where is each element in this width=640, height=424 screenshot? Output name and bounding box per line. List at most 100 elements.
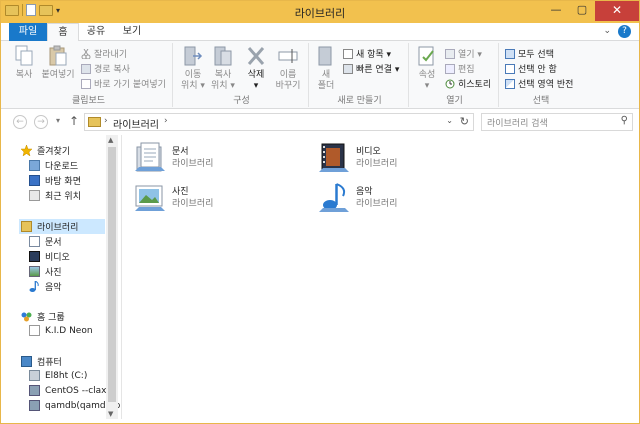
window-controls: — ▢ ✕ xyxy=(543,1,639,21)
library-icon xyxy=(21,221,32,232)
tab-view[interactable]: 보기 xyxy=(117,23,147,41)
nav-downloads[interactable]: 다운로드 xyxy=(29,159,78,172)
library-name: 사진 xyxy=(172,187,189,197)
new-item-button[interactable]: 새 항목 ▾ xyxy=(343,47,391,60)
nav-favorites-label: 즐겨찾기 xyxy=(37,147,71,157)
library-music-text: 음악 라이브러리 xyxy=(356,186,397,210)
copy-path-label: 경로 복사 xyxy=(94,65,130,75)
copy-button[interactable]: 복사 xyxy=(9,45,39,81)
chevron-down-icon[interactable]: ⌄ xyxy=(603,26,611,36)
nav-videos[interactable]: 비디오 xyxy=(29,250,70,263)
delete-icon xyxy=(246,45,266,67)
move-to-button[interactable]: 이동 위치 ▾ xyxy=(179,45,207,92)
copy-to-button[interactable]: 복사 위치 ▾ xyxy=(209,45,237,92)
search-input[interactable]: 라이브러리 검색 xyxy=(487,116,548,129)
library-documents[interactable]: 문서 라이브러리 xyxy=(133,141,213,175)
address-path[interactable]: 라이브러리 xyxy=(113,116,159,131)
scissors-icon xyxy=(81,48,91,59)
move-to-label-2: 위치 ▾ xyxy=(181,81,205,91)
nav-hg-user-label: K.I.D Neon xyxy=(45,325,93,336)
recent-locations-icon[interactable]: ▾ xyxy=(56,116,60,125)
pictures-icon xyxy=(29,266,40,277)
close-icon[interactable]: ✕ xyxy=(595,1,639,21)
search-icon[interactable]: ⚲ xyxy=(621,115,628,126)
nav-libraries[interactable]: 라이브러리 xyxy=(19,219,105,234)
group-label: 구성 xyxy=(233,96,250,106)
library-name: 음악 xyxy=(356,187,373,197)
new-folder-label-2: 폴더 xyxy=(317,81,335,91)
nav-desktop[interactable]: 바탕 화면 xyxy=(29,174,81,187)
ribbon-tabs: 파일 홈 공유 보기 ⌄ ? xyxy=(1,23,639,42)
refresh-icon[interactable]: ↻ xyxy=(460,115,469,128)
select-none-button[interactable]: 선택 안 함 xyxy=(505,62,557,75)
paste-label: 붙여넣기 xyxy=(41,70,75,80)
library-type: 라이브러리 xyxy=(356,159,398,169)
nav-homegroup-user[interactable]: K.I.D Neon xyxy=(29,325,93,336)
history-label: 히스토리 xyxy=(458,80,492,90)
nav-recent[interactable]: 최근 위치 xyxy=(29,189,81,202)
maximize-icon[interactable]: ▢ xyxy=(569,1,595,21)
address-bar[interactable]: › 라이브러리 › ⌄ ↻ xyxy=(84,113,474,131)
scroll-down-icon[interactable]: ▼ xyxy=(108,410,113,418)
library-pictures[interactable]: 사진 라이브러리 xyxy=(133,181,213,215)
tab-file[interactable]: 파일 xyxy=(9,23,47,41)
address-dropdown-icon[interactable]: ⌄ xyxy=(446,116,453,125)
delete-label: 삭제 xyxy=(247,70,265,80)
star-icon xyxy=(20,144,33,157)
open-button[interactable]: 열기 ▾ xyxy=(445,47,482,60)
history-icon xyxy=(445,79,455,89)
pane-divider[interactable] xyxy=(121,135,122,419)
group-label: 선택 xyxy=(532,96,550,106)
help-icon[interactable]: ? xyxy=(618,25,631,38)
history-button[interactable]: 히스토리 xyxy=(445,77,491,90)
select-all-button[interactable]: 모두 선택 xyxy=(505,47,554,60)
cut-button[interactable]: 잘라내기 xyxy=(81,47,127,60)
open-label: 열기 ▾ xyxy=(458,50,482,60)
back-icon[interactable]: ← xyxy=(13,115,27,129)
network-drive-icon xyxy=(29,385,40,396)
delete-button[interactable]: 삭제 ▾ xyxy=(243,45,269,92)
cut-label: 잘라내기 xyxy=(94,50,128,60)
copy-path-button[interactable]: 경로 복사 xyxy=(81,62,130,75)
scroll-up-icon[interactable]: ▲ xyxy=(108,136,113,144)
library-music[interactable]: 음악 라이브러리 xyxy=(317,181,397,215)
nav-centos[interactable]: CentOS --clax xyxy=(29,385,107,396)
invert-selection-button[interactable]: 선택 영역 반전 xyxy=(505,77,573,90)
invert-selection-label: 선택 영역 반전 xyxy=(518,80,574,90)
easy-access-icon xyxy=(343,63,353,74)
rename-label-1: 이름 xyxy=(279,70,297,80)
up-icon[interactable]: ↑ xyxy=(69,114,79,128)
minimize-icon[interactable]: — xyxy=(543,1,569,21)
edit-icon xyxy=(445,63,455,74)
search-box[interactable]: 라이브러리 검색 ⚲ xyxy=(481,113,633,131)
nav-homegroup[interactable]: 홈 그룹 xyxy=(21,310,65,323)
chevron-right-icon[interactable]: › xyxy=(104,116,108,126)
nav-computer[interactable]: 컴퓨터 xyxy=(21,355,62,368)
easy-access-button[interactable]: 빠른 연결 ▾ xyxy=(343,62,399,75)
nav-favorites[interactable]: 즐겨찾기 xyxy=(20,144,71,157)
properties-button[interactable]: 속성 ▾ xyxy=(413,45,441,92)
nav-pictures[interactable]: 사진 xyxy=(29,265,62,278)
chevron-right-icon[interactable]: › xyxy=(164,116,168,126)
tab-home[interactable]: 홈 xyxy=(47,23,79,42)
rename-button[interactable]: 이름 바꾸기 xyxy=(273,45,303,92)
scroll-thumb[interactable] xyxy=(108,147,116,402)
group-select: 모두 선택 선택 안 함 선택 영역 반전 선택 xyxy=(501,43,581,107)
nav-drive-c[interactable]: El8ht (C:) xyxy=(29,370,87,381)
nav-documents[interactable]: 문서 xyxy=(29,235,62,248)
nav-scrollbar[interactable]: ▲ ▼ xyxy=(106,135,118,419)
paste-shortcut-button[interactable]: 바로 가기 붙여넣기 xyxy=(81,77,166,90)
invert-selection-icon xyxy=(505,78,515,89)
nav-music-label: 음악 xyxy=(45,283,62,293)
tab-share[interactable]: 공유 xyxy=(81,23,111,41)
library-videos[interactable]: 비디오 라이브러리 xyxy=(317,141,397,175)
documents-icon xyxy=(133,141,167,175)
videos-icon xyxy=(29,251,40,262)
edit-button[interactable]: 편집 xyxy=(445,62,475,75)
nav-libraries-label: 라이브러리 xyxy=(37,223,79,233)
nav-music[interactable]: 음악 xyxy=(29,280,62,293)
paste-button[interactable]: 붙여넣기 xyxy=(39,45,77,81)
new-folder-button[interactable]: 새 폴더 xyxy=(313,45,339,92)
forward-icon[interactable]: → xyxy=(34,115,48,129)
drive-icon xyxy=(29,370,40,381)
